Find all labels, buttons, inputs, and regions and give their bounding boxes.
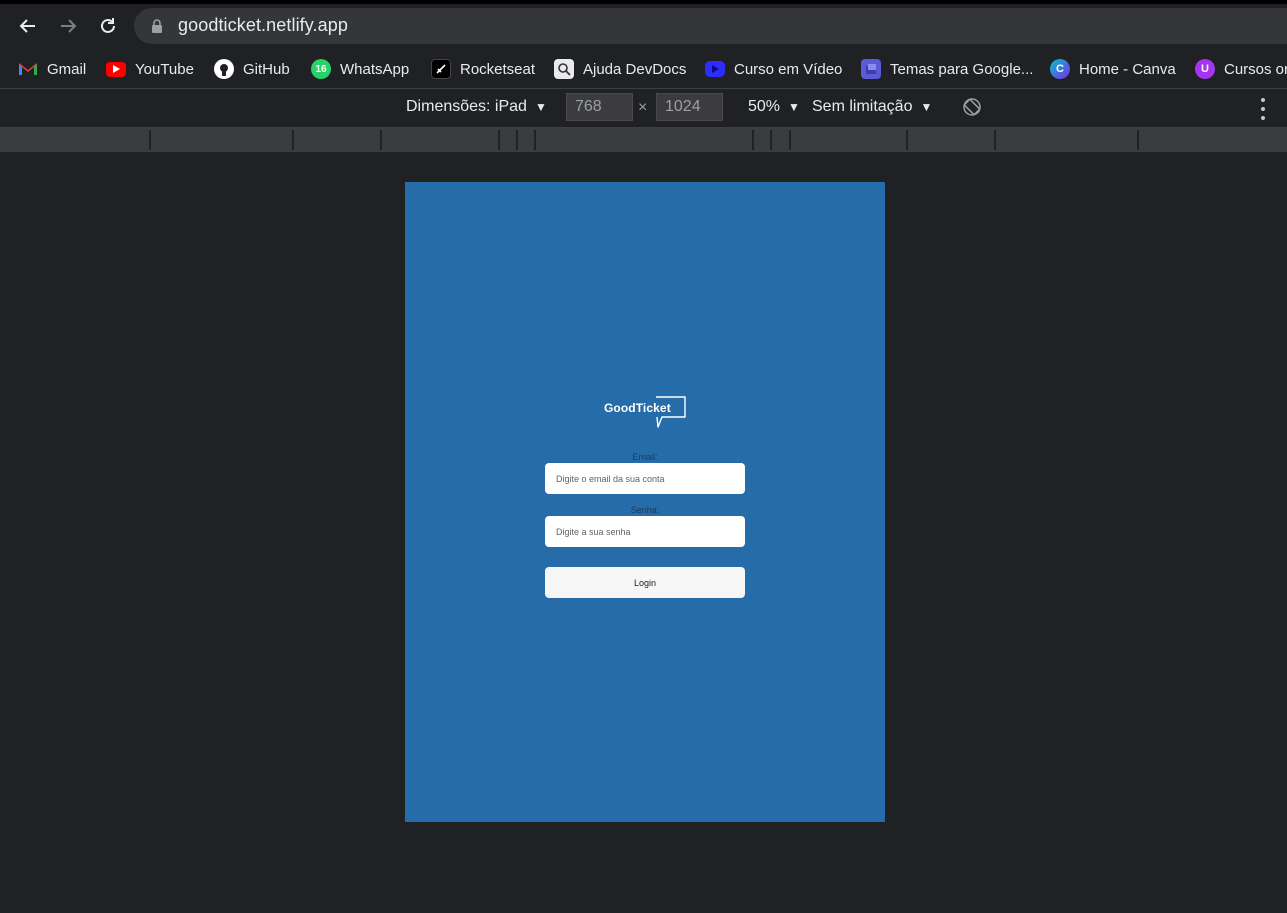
youtube-icon [106, 61, 126, 77]
height-input[interactable]: 1024 [656, 93, 723, 121]
throttle-label: Sem limitação [812, 98, 913, 115]
password-input[interactable] [545, 516, 745, 547]
zoom-label: 50% [748, 98, 781, 115]
bookmark-github[interactable]: GitHub [214, 56, 290, 82]
login-button[interactable]: Login [545, 567, 745, 598]
password-label: Senha: [630, 505, 660, 515]
arrow-left-icon [19, 19, 35, 33]
gmail-icon [18, 59, 38, 79]
bookmark-youtube[interactable]: YouTube [106, 56, 194, 82]
bookmark-gmail[interactable]: Gmail [18, 56, 86, 82]
device-toolbar: Dimensões: iPad ▼ 768 × 1024 50% ▼ Sem l… [0, 89, 1287, 128]
bookmarks-bar: Gmail YouTube GitHub 16 WhatsApp Rockets… [0, 50, 1287, 89]
github-icon [214, 59, 234, 79]
bookmark-rocketseat[interactable]: Rocketseat [431, 56, 535, 82]
bookmark-udemy[interactable]: U Cursos or [1195, 56, 1287, 82]
bookmark-label: Curso em Vídeo [734, 60, 843, 78]
width-input[interactable]: 768 [566, 93, 633, 121]
more-options-icon[interactable] [1256, 98, 1270, 120]
device-select[interactable]: Dimensões: iPad ▼ [406, 98, 547, 116]
cursoemvideo-icon [705, 61, 725, 77]
devdocs-icon [554, 59, 574, 79]
bookmark-cursoemvideo[interactable]: Curso em Vídeo [705, 56, 842, 82]
bookmark-label: Cursos or [1224, 60, 1287, 78]
times-symbol: × [638, 99, 648, 116]
bookmark-label: Ajuda DevDocs [583, 60, 687, 78]
bookmark-label: YouTube [135, 60, 194, 78]
brand-name: GoodTicket [604, 401, 671, 415]
throttle-select[interactable]: Sem limitação ▼ [812, 98, 932, 116]
browser-toolbar: goodticket.netlify.app [0, 0, 1287, 50]
caret-down-icon: ▼ [534, 100, 547, 114]
canva-icon: C [1050, 59, 1070, 79]
zoom-select[interactable]: 50% ▼ [748, 98, 800, 116]
device-screen: GoodTicket Email: Senha: Login [405, 182, 885, 822]
rotate-icon[interactable] [962, 97, 982, 117]
bookmark-label: WhatsApp [340, 60, 410, 78]
window-edge [0, 0, 1287, 4]
udemy-icon: U [1195, 59, 1215, 79]
reload-button[interactable] [94, 12, 122, 40]
url-text: goodticket.netlify.app [178, 15, 348, 35]
arrow-right-icon [61, 19, 77, 33]
address-bar[interactable]: goodticket.netlify.app [134, 8, 1287, 44]
bookmark-label: Rocketseat [460, 60, 536, 78]
device-select-label: Dimensões: iPad [406, 98, 527, 115]
email-label: Email: [632, 452, 658, 462]
bookmark-label: Gmail [47, 60, 87, 78]
caret-down-icon: ▼ [920, 100, 933, 114]
forward-button[interactable] [54, 12, 82, 40]
bookmark-canva[interactable]: C Home - Canva [1050, 56, 1176, 82]
bookmark-whatsapp[interactable]: 16 WhatsApp [311, 56, 409, 82]
bookmark-devdocs[interactable]: Ajuda DevDocs [554, 56, 686, 82]
lock-icon [152, 19, 162, 33]
back-button[interactable] [14, 12, 42, 40]
media-query-ruler[interactable] [0, 128, 1287, 152]
bookmark-label: Home - Canva [1079, 60, 1176, 78]
whatsapp-icon: 16 [311, 59, 331, 79]
rocketseat-icon [431, 59, 451, 79]
bookmark-label: GitHub [243, 60, 290, 78]
bookmark-label: Temas para Google... [890, 60, 1034, 78]
caret-down-icon: ▼ [788, 100, 800, 114]
goodticket-logo: GoodTicket [604, 395, 688, 429]
bookmark-temas[interactable]: Temas para Google... [861, 56, 1033, 82]
email-input[interactable] [545, 463, 745, 494]
temas-icon [861, 59, 881, 79]
reload-icon [101, 18, 115, 33]
